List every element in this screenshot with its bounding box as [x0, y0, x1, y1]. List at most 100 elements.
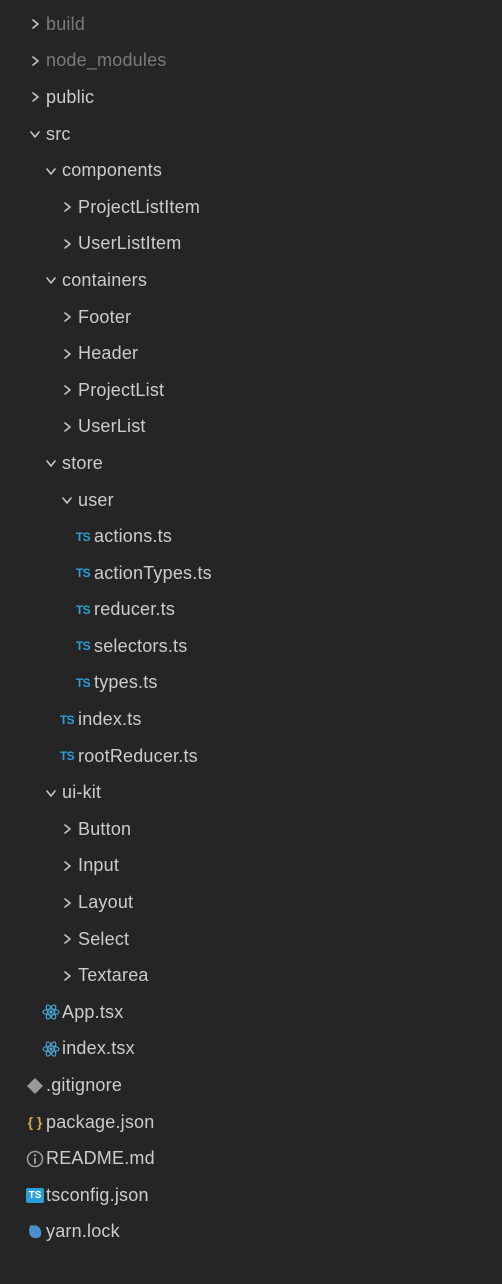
chevron-right-icon — [56, 821, 78, 837]
tree-item[interactable]: ProjectList — [0, 372, 502, 409]
chevron-right-icon — [56, 931, 78, 947]
chevron-down-icon — [40, 163, 62, 179]
tree-item-label: Textarea — [78, 965, 149, 986]
chevron-right-icon — [56, 382, 78, 398]
tree-item[interactable]: TSreducer.ts — [0, 592, 502, 629]
tree-item-label: package.json — [46, 1112, 154, 1133]
tree-item[interactable]: App.tsx — [0, 994, 502, 1031]
tree-item-label: Layout — [78, 892, 133, 913]
chevron-down-icon — [56, 492, 78, 508]
tree-item-label: rootReducer.ts — [78, 746, 198, 767]
tsconfig-icon: TS — [24, 1188, 46, 1203]
chevron-down-icon — [40, 455, 62, 471]
tree-item[interactable]: UserList — [0, 409, 502, 446]
tree-item[interactable]: user — [0, 482, 502, 519]
typescript-icon: TS — [72, 603, 94, 617]
tree-item-label: ui-kit — [62, 782, 101, 803]
tree-item-label: reducer.ts — [94, 599, 175, 620]
typescript-icon: TS — [72, 566, 94, 580]
tree-item[interactable]: components — [0, 152, 502, 189]
tree-item[interactable]: yarn.lock — [0, 1214, 502, 1251]
tree-item-label: src — [46, 124, 71, 145]
tree-item-label: ProjectList — [78, 380, 164, 401]
typescript-icon: TS — [72, 676, 94, 690]
chevron-right-icon — [24, 89, 46, 105]
typescript-icon: TS — [72, 639, 94, 653]
typescript-icon: TS — [72, 530, 94, 544]
chevron-right-icon — [56, 309, 78, 325]
tree-item[interactable]: TSselectors.ts — [0, 628, 502, 665]
tree-item-label: types.ts — [94, 672, 158, 693]
tree-item[interactable]: store — [0, 445, 502, 482]
tree-item-label: Header — [78, 343, 138, 364]
tree-item[interactable]: Select — [0, 921, 502, 958]
yarn-icon — [24, 1223, 46, 1241]
info-icon — [24, 1150, 46, 1168]
tree-item[interactable]: ui-kit — [0, 774, 502, 811]
tree-item[interactable]: build — [0, 6, 502, 43]
tree-item-label: Select — [78, 929, 129, 950]
chevron-right-icon — [56, 419, 78, 435]
tree-item[interactable]: TSactions.ts — [0, 518, 502, 555]
typescript-icon: TS — [56, 749, 78, 763]
tree-item[interactable]: TStypes.ts — [0, 665, 502, 702]
chevron-down-icon — [24, 126, 46, 142]
tree-item[interactable]: src — [0, 116, 502, 153]
tree-item-label: actions.ts — [94, 526, 172, 547]
tree-item-label: README.md — [46, 1148, 155, 1169]
tree-item[interactable]: .gitignore — [0, 1067, 502, 1104]
chevron-right-icon — [56, 968, 78, 984]
tree-item[interactable]: ProjectListItem — [0, 189, 502, 226]
tree-item[interactable]: Footer — [0, 299, 502, 336]
tree-item[interactable]: index.tsx — [0, 1031, 502, 1068]
tree-item[interactable]: README.md — [0, 1140, 502, 1177]
react-icon — [40, 1040, 62, 1058]
tree-item-label: UserList — [78, 416, 146, 437]
chevron-right-icon — [56, 346, 78, 362]
tree-item[interactable]: TStsconfig.json — [0, 1177, 502, 1214]
chevron-right-icon — [56, 895, 78, 911]
tree-item-label: build — [46, 14, 85, 35]
git-icon — [24, 1077, 46, 1095]
chevron-right-icon — [24, 53, 46, 69]
chevron-right-icon — [56, 236, 78, 252]
tree-item-label: Button — [78, 819, 131, 840]
tree-item-label: App.tsx — [62, 1002, 123, 1023]
tree-item-label: Footer — [78, 307, 131, 328]
chevron-right-icon — [56, 199, 78, 215]
tree-item-label: Input — [78, 855, 119, 876]
tree-item[interactable]: UserListItem — [0, 226, 502, 263]
tree-item[interactable]: Layout — [0, 884, 502, 921]
tree-item-label: .gitignore — [46, 1075, 122, 1096]
tree-item-label: components — [62, 160, 162, 181]
file-tree: build node_modulespublic src components Proj… — [0, 6, 502, 1250]
tree-item[interactable]: TSindex.ts — [0, 701, 502, 738]
tree-item-label: index.tsx — [62, 1038, 135, 1059]
tree-item[interactable]: TSrootReducer.ts — [0, 738, 502, 775]
tree-item[interactable]: Input — [0, 848, 502, 885]
tree-item[interactable]: public — [0, 79, 502, 116]
tree-item[interactable]: TSactionTypes.ts — [0, 555, 502, 592]
tree-item-label: containers — [62, 270, 147, 291]
chevron-right-icon — [56, 858, 78, 874]
typescript-icon: TS — [56, 713, 78, 727]
tree-item-label: public — [46, 87, 94, 108]
chevron-down-icon — [40, 272, 62, 288]
tree-item[interactable]: Textarea — [0, 957, 502, 994]
tree-item-label: selectors.ts — [94, 636, 187, 657]
tree-item-label: user — [78, 490, 114, 511]
tree-item[interactable]: Header — [0, 335, 502, 372]
tree-item[interactable]: containers — [0, 262, 502, 299]
tree-item-label: store — [62, 453, 103, 474]
tree-item-label: ProjectListItem — [78, 197, 200, 218]
tree-item-label: yarn.lock — [46, 1221, 120, 1242]
tree-item[interactable]: node_modules — [0, 43, 502, 80]
tree-item-label: tsconfig.json — [46, 1185, 149, 1206]
tree-item[interactable]: Button — [0, 811, 502, 848]
chevron-down-icon — [40, 785, 62, 801]
tree-item[interactable]: { }package.json — [0, 1104, 502, 1141]
tree-item-label: index.ts — [78, 709, 142, 730]
tree-item-label: UserListItem — [78, 233, 181, 254]
chevron-right-icon — [24, 16, 46, 32]
json-icon: { } — [24, 1114, 46, 1130]
